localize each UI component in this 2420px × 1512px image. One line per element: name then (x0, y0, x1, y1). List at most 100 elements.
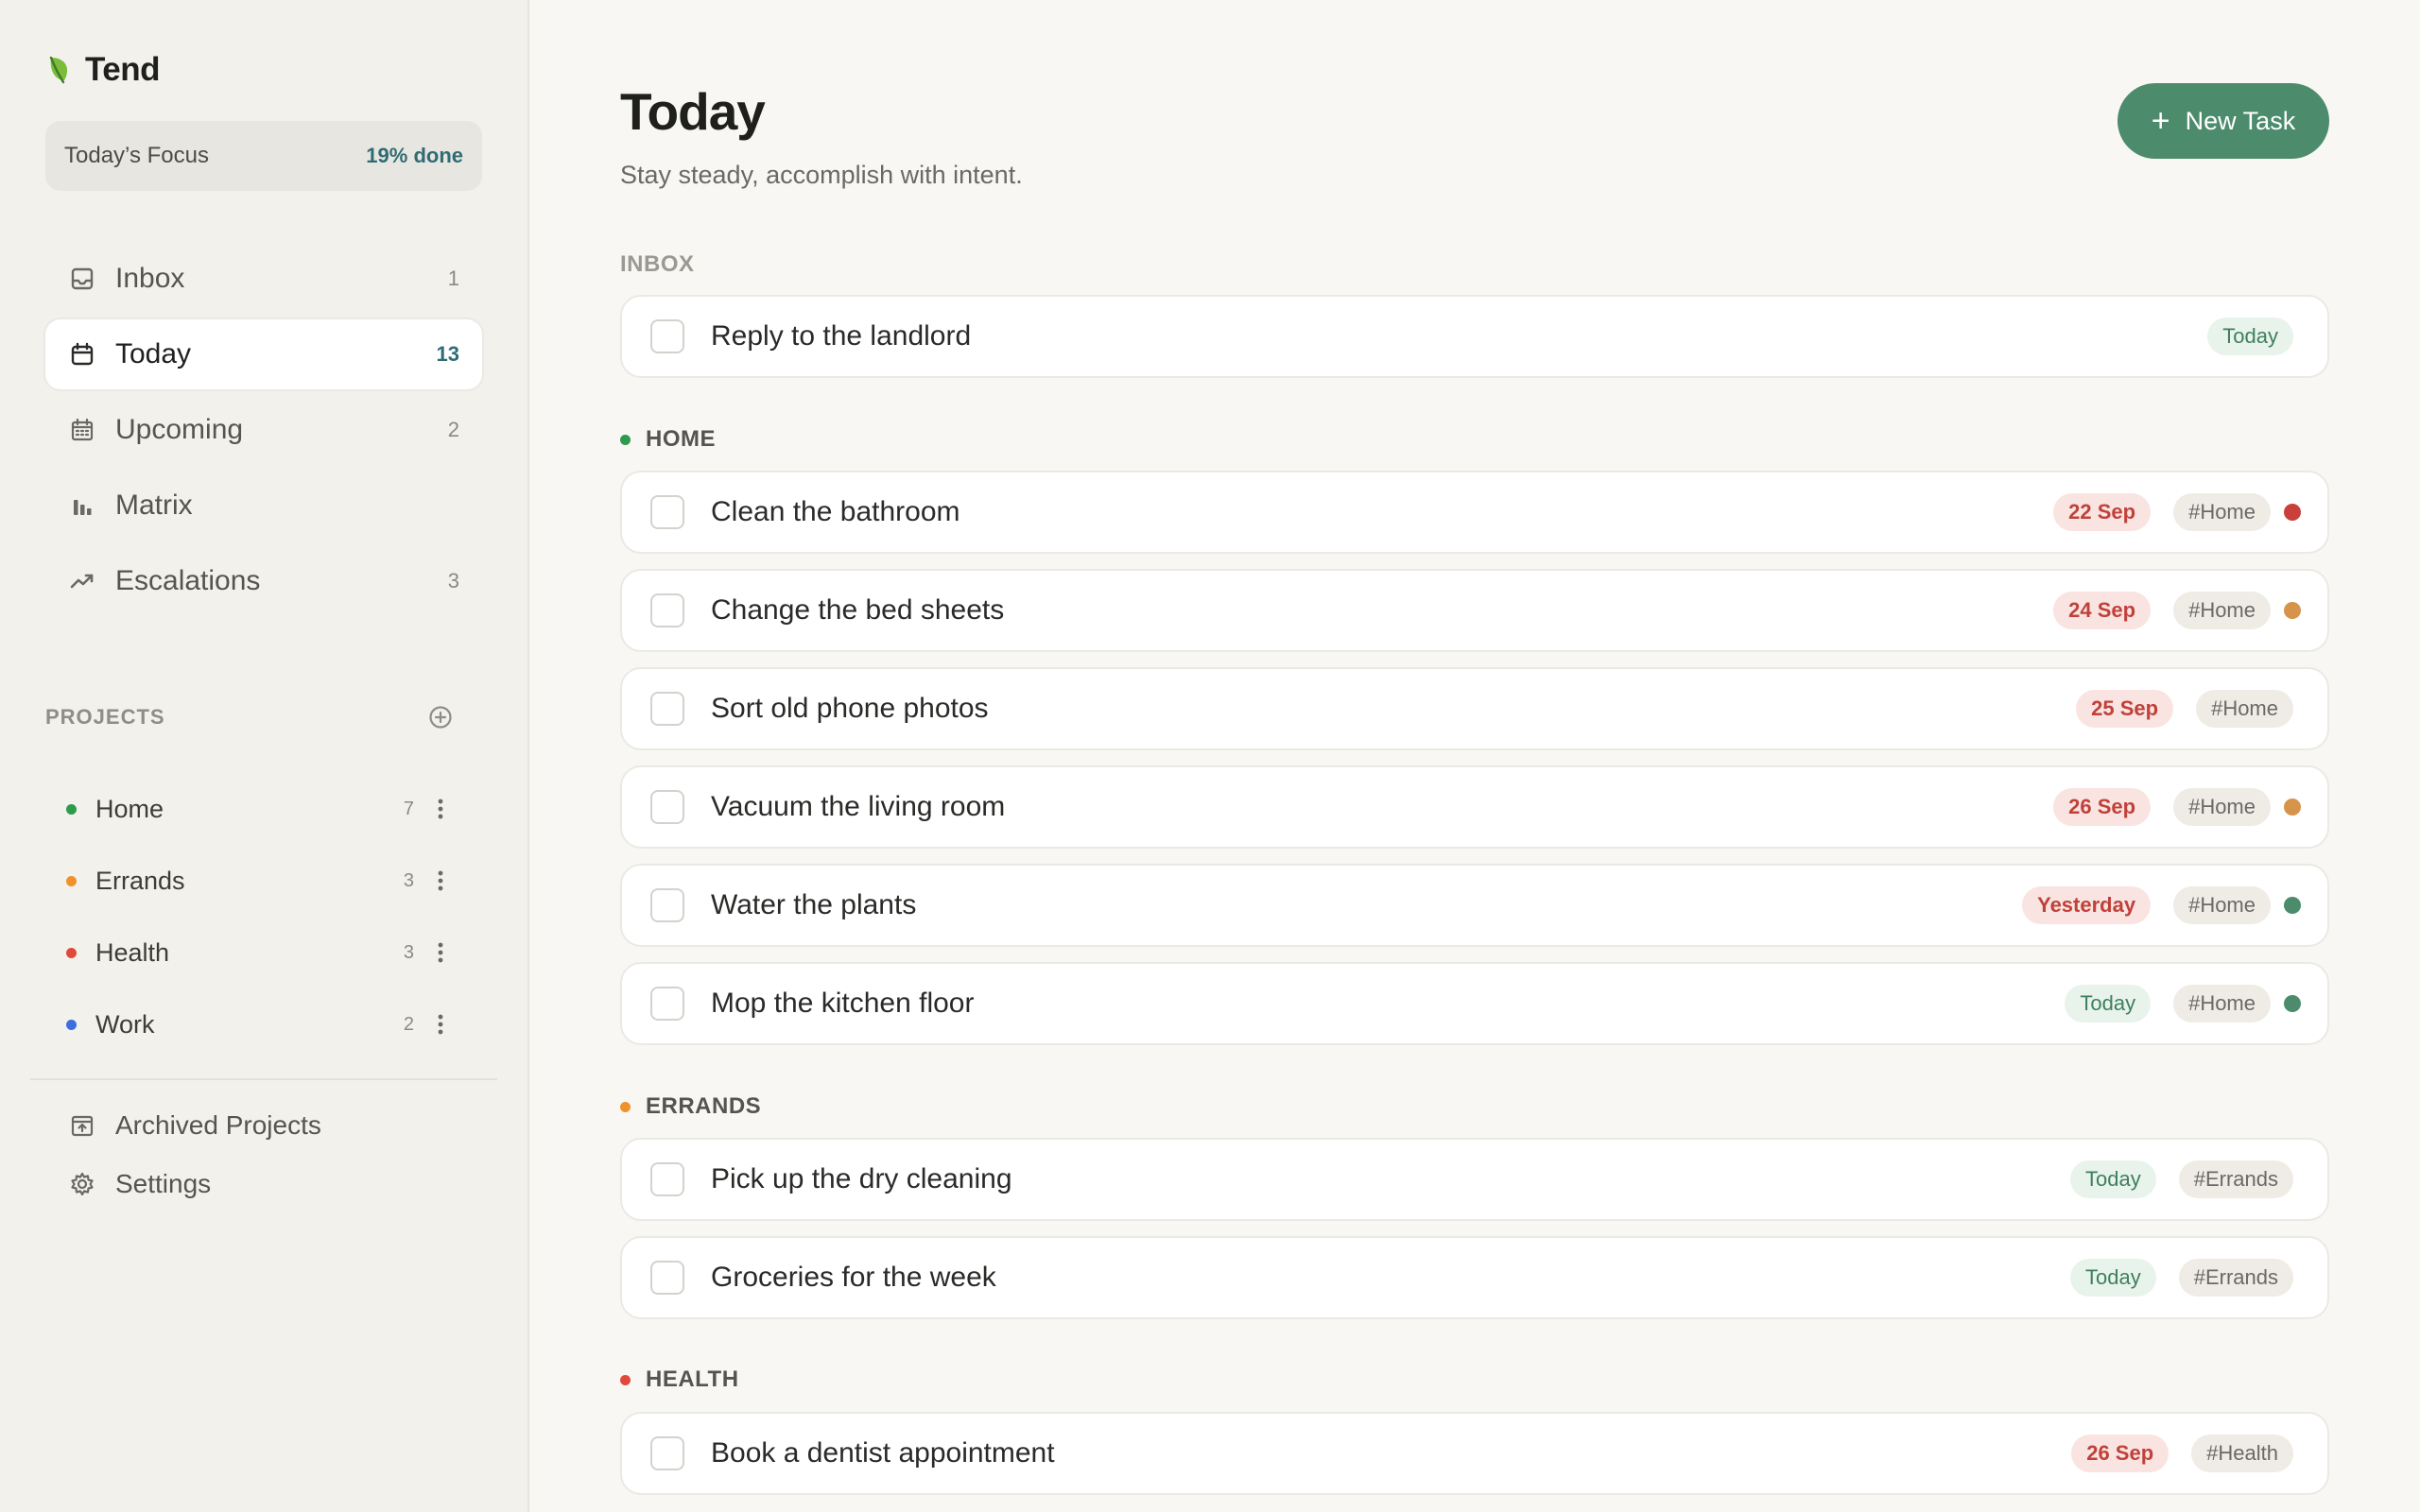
focus-percent: 19% done (366, 144, 463, 167)
nav-item-matrix[interactable]: Matrix (45, 471, 482, 541)
section-title: ERRANDS (646, 1093, 762, 1119)
focus-label: Today’s Focus (64, 143, 209, 168)
task-checkbox[interactable] (650, 593, 684, 627)
nav-label: Today (115, 338, 192, 369)
task-title: Sort old phone photos (711, 693, 989, 724)
task-checkbox[interactable] (650, 1162, 684, 1196)
task-row[interactable]: Reply to the landlord Today (620, 295, 2329, 378)
more-vertical-icon[interactable] (427, 934, 454, 971)
more-vertical-icon[interactable] (427, 1005, 454, 1043)
due-date-badge[interactable]: 24 Sep (2053, 592, 2152, 629)
due-date-badge[interactable]: 26 Sep (2053, 788, 2152, 826)
plus-icon: + (2151, 103, 2170, 139)
priority-dot (2284, 602, 2301, 619)
project-name: Home (95, 794, 164, 823)
archived-projects-link[interactable]: Archived Projects (45, 1096, 482, 1155)
project-color-dot (66, 803, 77, 815)
task-checkbox[interactable] (650, 888, 684, 922)
project-count: 2 (403, 1013, 414, 1035)
task-row[interactable]: Groceries for the week Today #Errands (620, 1236, 2329, 1319)
due-date-badge[interactable]: Today (2065, 985, 2152, 1022)
task-checkbox[interactable] (650, 1261, 684, 1295)
priority-dot (2284, 799, 2301, 816)
due-date-badge[interactable]: 25 Sep (2076, 690, 2174, 728)
calendar-icon (68, 340, 96, 369)
sidebar: Tend Today’s Focus 19% done Inbox 1 Toda… (0, 0, 529, 1512)
task-row[interactable]: Book a dentist appointment 26 Sep #Healt… (620, 1412, 2329, 1495)
project-tag[interactable]: #Home (2196, 690, 2293, 728)
due-date-badge[interactable]: 22 Sep (2053, 493, 2152, 531)
add-project-icon[interactable] (427, 704, 454, 730)
calendar-grid-icon (68, 416, 96, 444)
due-date-badge[interactable]: Today (2070, 1160, 2156, 1198)
nav-count: 3 (447, 569, 459, 593)
project-work[interactable]: Work 2 (45, 988, 454, 1060)
nav-label: Inbox (115, 263, 185, 294)
project-errands[interactable]: Errands 3 (45, 845, 454, 917)
nav-count: 1 (447, 266, 459, 290)
task-title: Reply to the landlord (711, 320, 972, 352)
task-checkbox[interactable] (650, 1436, 684, 1470)
project-tag[interactable]: #Errands (2178, 1160, 2293, 1198)
task-row[interactable]: Clean the bathroom 22 Sep #Home (620, 471, 2329, 554)
nav-count: 2 (447, 418, 459, 441)
gear-icon (68, 1170, 96, 1198)
task-row[interactable]: Change the bed sheets 24 Sep #Home (620, 569, 2329, 652)
section-header-errands: ERRANDS (620, 1090, 761, 1124)
archived-projects-label: Archived Projects (115, 1110, 321, 1140)
settings-link[interactable]: Settings (45, 1155, 482, 1213)
nav-item-escalations[interactable]: Escalations 3 (45, 546, 482, 616)
due-date-badge[interactable]: 26 Sep (2071, 1435, 2169, 1472)
section-header-home: HOME (620, 422, 716, 456)
task-checkbox[interactable] (650, 790, 684, 824)
project-list: Home 7 Errands 3 Health 3 Work 2 (45, 773, 454, 1060)
due-date-badge[interactable]: Today (2070, 1259, 2156, 1297)
brand[interactable]: Tend (45, 49, 161, 91)
task-title: Change the bed sheets (711, 594, 1005, 626)
project-name: Errands (95, 866, 185, 895)
project-tag[interactable]: #Home (2173, 985, 2271, 1022)
more-vertical-icon[interactable] (427, 790, 454, 828)
project-health[interactable]: Health 3 (45, 917, 454, 988)
task-row[interactable]: Pick up the dry cleaning Today #Errands (620, 1138, 2329, 1221)
due-date-badge[interactable]: Today (2207, 318, 2293, 355)
task-checkbox[interactable] (650, 987, 684, 1021)
task-row[interactable]: Sort old phone photos 25 Sep #Home (620, 667, 2329, 750)
nav-item-inbox[interactable]: Inbox 1 (45, 244, 482, 314)
task-row[interactable]: Vacuum the living room 26 Sep #Home (620, 765, 2329, 849)
projects-header: PROJECTS (45, 701, 454, 733)
leaf-logo-icon (49, 56, 68, 84)
nav-item-today[interactable]: Today 13 (45, 319, 482, 389)
section-title: HEALTH (646, 1366, 739, 1392)
due-date-badge[interactable]: Yesterday (2022, 886, 2152, 924)
task-checkbox[interactable] (650, 319, 684, 353)
task-meta: 26 Sep #Health (2071, 1435, 2293, 1472)
task-row[interactable]: Water the plants Yesterday #Home (620, 864, 2329, 947)
new-task-button[interactable]: + New Task (2118, 83, 2329, 159)
project-tag[interactable]: #Home (2173, 886, 2271, 924)
task-meta: Today #Home (2065, 985, 2271, 1022)
priority-dot (2284, 897, 2301, 914)
project-name: Work (95, 1009, 155, 1039)
inbox-icon (68, 265, 96, 293)
todays-focus-card[interactable]: Today’s Focus 19% done (45, 121, 482, 191)
sidebar-footer: Archived Projects Settings (45, 1096, 482, 1213)
archive-icon (68, 1111, 96, 1140)
nav-count: 13 (436, 342, 459, 366)
project-tag[interactable]: #Home (2173, 788, 2271, 826)
task-row[interactable]: Mop the kitchen floor Today #Home (620, 962, 2329, 1045)
nav-item-upcoming[interactable]: Upcoming 2 (45, 395, 482, 465)
project-home[interactable]: Home 7 (45, 773, 454, 845)
task-title: Water the plants (711, 889, 917, 920)
task-meta: 25 Sep #Home (2076, 690, 2293, 728)
project-tag[interactable]: #Errands (2178, 1259, 2293, 1297)
nav-label: Escalations (115, 565, 261, 596)
project-tag[interactable]: #Health (2191, 1435, 2293, 1472)
project-tag[interactable]: #Home (2173, 493, 2271, 531)
task-checkbox[interactable] (650, 495, 684, 529)
task-meta: 26 Sep #Home (2053, 788, 2271, 826)
project-tag[interactable]: #Home (2173, 592, 2271, 629)
task-title: Groceries for the week (711, 1262, 996, 1293)
task-checkbox[interactable] (650, 692, 684, 726)
more-vertical-icon[interactable] (427, 862, 454, 900)
